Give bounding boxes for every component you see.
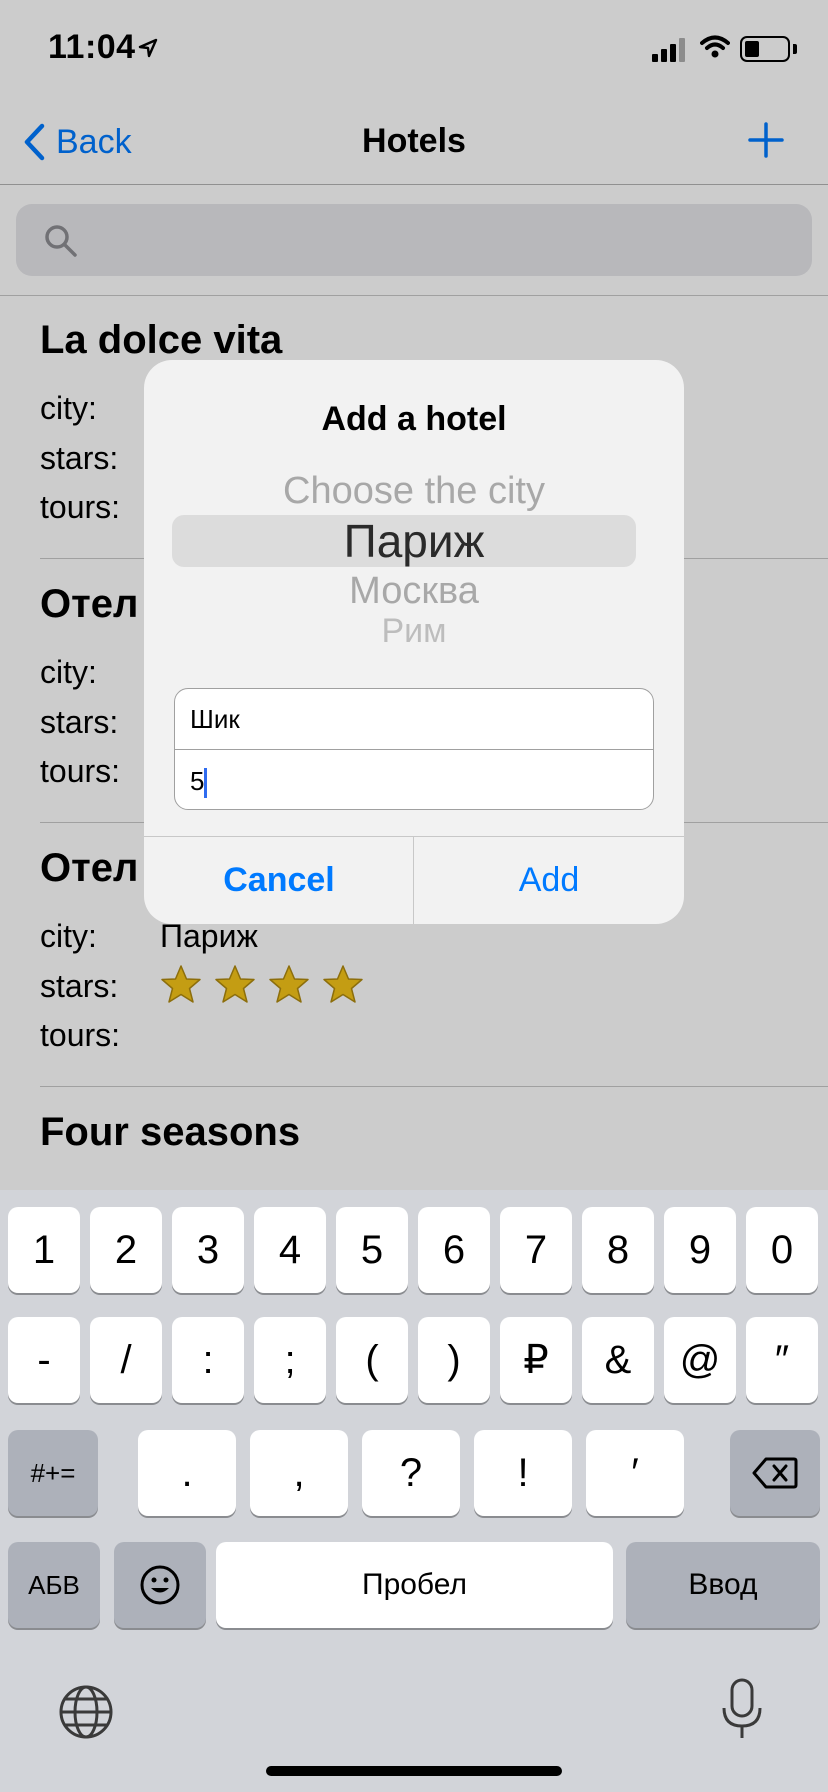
backspace-key[interactable] (730, 1430, 820, 1516)
symbol-key[interactable]: & (582, 1317, 654, 1403)
symbol-key[interactable]: ( (336, 1317, 408, 1403)
key-9[interactable]: 0 (746, 1207, 818, 1293)
text-caret (204, 768, 207, 798)
punctuation-key[interactable]: ! (474, 1430, 572, 1516)
symbol-key[interactable]: - (8, 1317, 80, 1403)
microphone-icon[interactable] (720, 1678, 764, 1742)
key-0[interactable]: 1 (8, 1207, 80, 1293)
picker-option-selected[interactable]: Париж (144, 514, 684, 568)
symbol-key[interactable]: / (90, 1317, 162, 1403)
cancel-button[interactable]: Cancel (144, 836, 414, 924)
keyboard: АБВ Пробел Ввод 1 2 3 4 5 6 7 8 9 0 - /:;() ₽ & @ ″ #+=.… (0, 1190, 828, 1792)
punctuation-key[interactable]: ′ (586, 1430, 684, 1516)
symbol-key[interactable]: : (172, 1317, 244, 1403)
space-key[interactable]: Пробел (216, 1542, 613, 1628)
add-hotel-dialog: Add a hotel Choose the city Париж Москва… (144, 360, 684, 924)
return-key[interactable]: Ввод (626, 1542, 820, 1628)
home-indicator (266, 1766, 562, 1776)
picker-option[interactable]: Москва (144, 570, 684, 613)
field-divider (174, 749, 654, 750)
punctuation-key[interactable]: ? (362, 1430, 460, 1516)
key-7[interactable]: 8 (582, 1207, 654, 1293)
emoji-icon (140, 1565, 180, 1605)
globe-icon[interactable] (58, 1684, 114, 1740)
picker-option[interactable]: Рим (144, 612, 684, 642)
key-3[interactable]: 4 (254, 1207, 326, 1293)
stars-field[interactable]: 5 (190, 766, 204, 797)
symbol-key[interactable]: ; (254, 1317, 326, 1403)
key-8[interactable]: 9 (664, 1207, 736, 1293)
key-6[interactable]: 7 (500, 1207, 572, 1293)
symbol-key[interactable]: @ (664, 1317, 736, 1403)
emoji-key[interactable] (114, 1542, 206, 1628)
delete-icon (752, 1457, 798, 1489)
key-2[interactable]: 3 (172, 1207, 244, 1293)
symbol-key[interactable]: ) (418, 1317, 490, 1403)
hotel-name-field[interactable]: Шик (190, 704, 240, 735)
more-symbols-key[interactable]: #+= (8, 1430, 98, 1516)
key-4[interactable]: 5 (336, 1207, 408, 1293)
key-1[interactable]: 2 (90, 1207, 162, 1293)
picker-option[interactable]: Choose the city (144, 470, 684, 513)
add-button[interactable]: Add (414, 836, 684, 924)
keyboard-language-key[interactable]: АБВ (8, 1542, 100, 1628)
punctuation-key[interactable]: . (138, 1430, 236, 1516)
dialog-title: Add a hotel (321, 400, 507, 438)
key-5[interactable]: 6 (418, 1207, 490, 1293)
symbol-key[interactable]: ″ (746, 1317, 818, 1403)
symbol-key[interactable]: ₽ (500, 1317, 572, 1403)
punctuation-key[interactable]: , (250, 1430, 348, 1516)
